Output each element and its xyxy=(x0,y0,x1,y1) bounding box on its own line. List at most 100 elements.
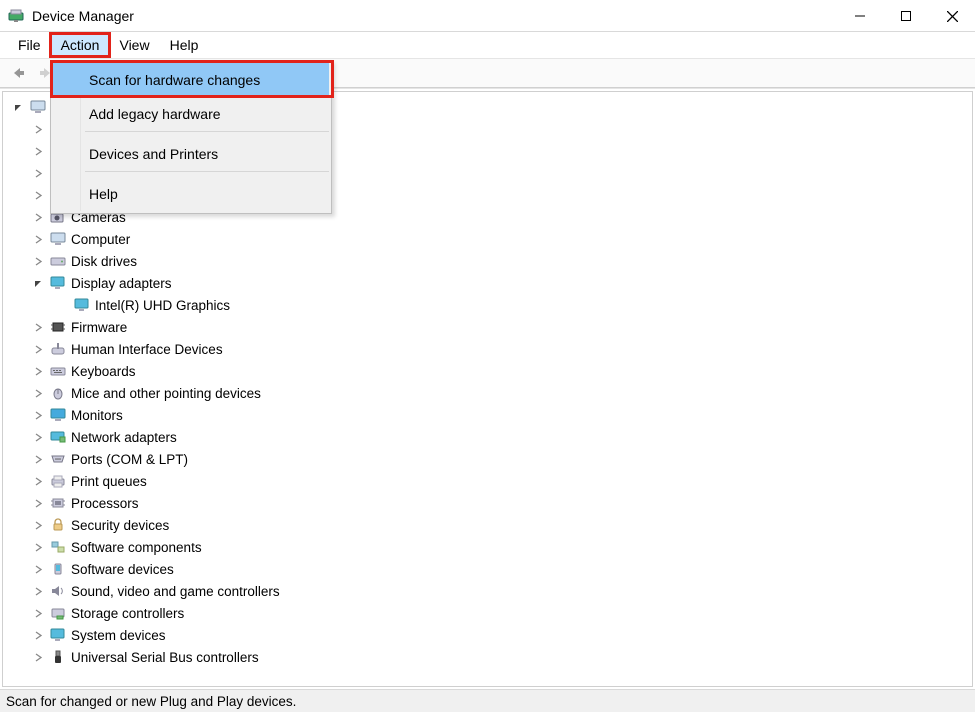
tree-label: Storage controllers xyxy=(71,606,184,621)
printer-icon xyxy=(49,473,67,489)
tree-label: Processors xyxy=(71,496,139,511)
chevron-right-icon[interactable] xyxy=(31,235,45,244)
security-icon xyxy=(49,517,67,533)
chevron-right-icon[interactable] xyxy=(31,477,45,486)
menu-action-help[interactable]: Help xyxy=(53,177,329,211)
tree-label: Keyboards xyxy=(71,364,136,379)
software-icon xyxy=(49,561,67,577)
tree-monitors[interactable]: Monitors xyxy=(11,404,972,426)
window-title: Device Manager xyxy=(32,8,134,24)
tree-usb[interactable]: Universal Serial Bus controllers xyxy=(11,646,972,668)
sound-icon xyxy=(49,583,67,599)
tree-computer[interactable]: Computer xyxy=(11,228,972,250)
chevron-right-icon[interactable] xyxy=(31,191,45,200)
tree-label: Ports (COM & LPT) xyxy=(71,452,188,467)
tree-hid[interactable]: Human Interface Devices xyxy=(11,338,972,360)
tree-label: Display adapters xyxy=(71,276,172,291)
chevron-right-icon[interactable] xyxy=(31,499,45,508)
menu-file[interactable]: File xyxy=(8,34,51,56)
menu-help[interactable]: Help xyxy=(160,34,209,56)
tree-sound[interactable]: Sound, video and game controllers xyxy=(11,580,972,602)
menu-add-legacy-label: Add legacy hardware xyxy=(89,106,221,122)
display-icon xyxy=(49,275,67,291)
chevron-right-icon[interactable] xyxy=(31,587,45,596)
tree-label: Software devices xyxy=(71,562,174,577)
action-dropdown: Scan for hardware changes Add legacy har… xyxy=(50,60,332,214)
tree-label: Mice and other pointing devices xyxy=(71,386,261,401)
tree-security[interactable]: Security devices xyxy=(11,514,972,536)
chevron-right-icon[interactable] xyxy=(31,521,45,530)
tree-label: Sound, video and game controllers xyxy=(71,584,280,599)
maximize-button[interactable] xyxy=(883,0,929,32)
tree-label: Human Interface Devices xyxy=(71,342,223,357)
menubar: File Action View Help xyxy=(0,32,975,58)
menu-devices-printers[interactable]: Devices and Printers xyxy=(53,137,329,171)
chevron-right-icon[interactable] xyxy=(31,367,45,376)
tree-software-components[interactable]: Software components xyxy=(11,536,972,558)
tree-storage[interactable]: Storage controllers xyxy=(11,602,972,624)
chevron-right-icon[interactable] xyxy=(31,411,45,420)
tree-label: Disk drives xyxy=(71,254,137,269)
menu-devices-printers-label: Devices and Printers xyxy=(89,146,218,162)
tree-label: Firmware xyxy=(71,320,127,335)
tree-system[interactable]: System devices xyxy=(11,624,972,646)
chevron-right-icon[interactable] xyxy=(31,213,45,222)
tree-disk-drives[interactable]: Disk drives xyxy=(11,250,972,272)
tree-label: System devices xyxy=(71,628,166,643)
monitor-icon xyxy=(49,407,67,423)
tree-print-queues[interactable]: Print queues xyxy=(11,470,972,492)
tree-mice[interactable]: Mice and other pointing devices xyxy=(11,382,972,404)
chevron-right-icon[interactable] xyxy=(31,609,45,618)
menu-action-help-label: Help xyxy=(89,186,118,202)
chevron-right-icon[interactable] xyxy=(31,543,45,552)
tree-label: Software components xyxy=(71,540,202,555)
menu-action[interactable]: Action xyxy=(51,34,110,56)
tree-software-devices[interactable]: Software devices xyxy=(11,558,972,580)
chevron-right-icon[interactable] xyxy=(31,631,45,640)
chevron-down-icon[interactable] xyxy=(11,103,25,112)
chevron-right-icon[interactable] xyxy=(31,455,45,464)
chevron-right-icon[interactable] xyxy=(31,125,45,134)
tree-label: Monitors xyxy=(71,408,123,423)
menu-view[interactable]: View xyxy=(109,34,159,56)
computer-icon xyxy=(49,231,67,247)
tree-label: Intel(R) UHD Graphics xyxy=(95,298,230,313)
window-controls xyxy=(837,0,975,32)
chevron-right-icon[interactable] xyxy=(31,565,45,574)
menu-add-legacy[interactable]: Add legacy hardware xyxy=(53,97,329,131)
tree-processors[interactable]: Processors xyxy=(11,492,972,514)
menu-scan-hardware[interactable]: Scan for hardware changes xyxy=(53,63,329,97)
hid-icon xyxy=(49,341,67,357)
system-icon xyxy=(49,627,67,643)
tree-display-adapters[interactable]: Display adapters xyxy=(11,272,972,294)
chevron-right-icon[interactable] xyxy=(31,345,45,354)
tree-firmware[interactable]: Firmware xyxy=(11,316,972,338)
chevron-right-icon[interactable] xyxy=(31,323,45,332)
tree-network[interactable]: Network adapters xyxy=(11,426,972,448)
disk-icon xyxy=(49,253,67,269)
cpu-icon xyxy=(49,495,67,511)
chevron-right-icon[interactable] xyxy=(31,257,45,266)
tree-keyboards[interactable]: Keyboards xyxy=(11,360,972,382)
chevron-right-icon[interactable] xyxy=(31,653,45,662)
tree-display-child[interactable]: Intel(R) UHD Graphics xyxy=(11,294,972,316)
component-icon xyxy=(49,539,67,555)
close-button[interactable] xyxy=(929,0,975,32)
titlebar: Device Manager xyxy=(0,0,975,32)
display-icon xyxy=(73,297,91,313)
tree-ports[interactable]: Ports (COM & LPT) xyxy=(11,448,972,470)
back-button[interactable] xyxy=(6,61,30,85)
minimize-button[interactable] xyxy=(837,0,883,32)
chevron-down-icon[interactable] xyxy=(31,279,45,288)
chevron-right-icon[interactable] xyxy=(31,389,45,398)
computer-icon xyxy=(29,99,47,115)
tree-label: Network adapters xyxy=(71,430,177,445)
usb-icon xyxy=(49,649,67,665)
status-text: Scan for changed or new Plug and Play de… xyxy=(6,694,296,709)
chip-icon xyxy=(49,319,67,335)
chevron-right-icon[interactable] xyxy=(31,147,45,156)
menu-scan-hardware-label: Scan for hardware changes xyxy=(89,72,260,88)
mouse-icon xyxy=(49,385,67,401)
chevron-right-icon[interactable] xyxy=(31,433,45,442)
chevron-right-icon[interactable] xyxy=(31,169,45,178)
